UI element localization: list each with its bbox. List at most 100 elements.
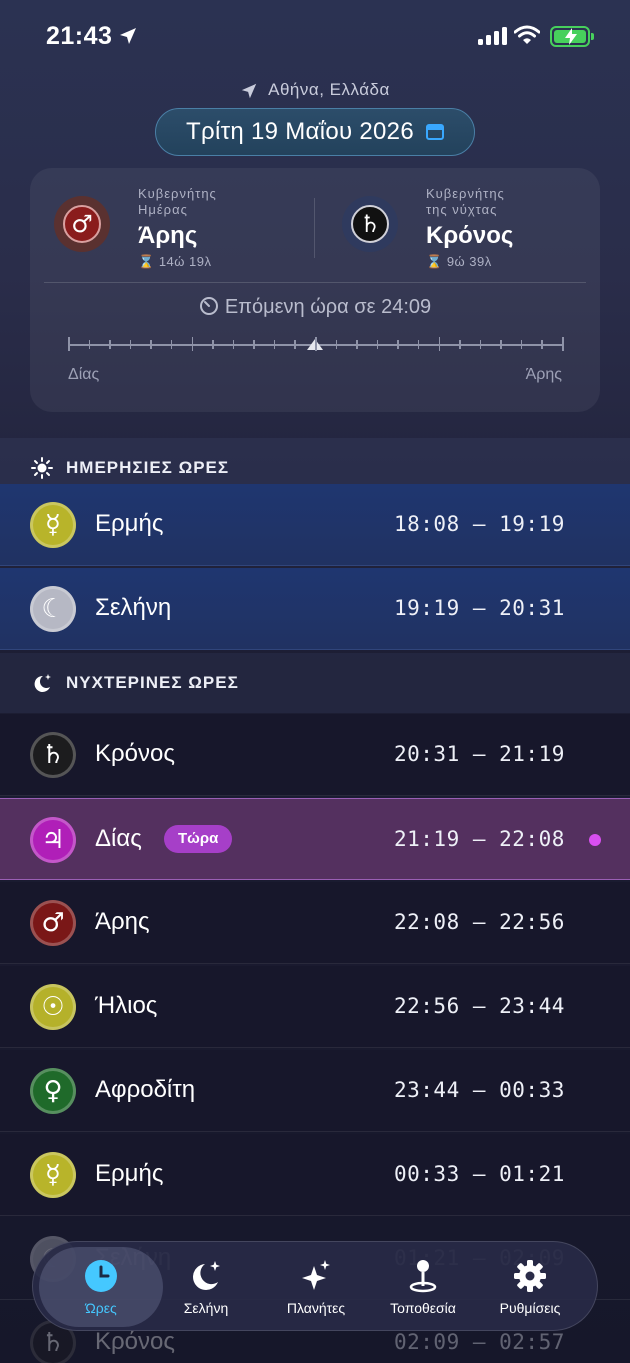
- tab-hours[interactable]: Ώρες: [39, 1247, 163, 1327]
- scale-tick: [273, 340, 276, 349]
- svg-text:♄: ♄: [359, 210, 381, 238]
- night-ruler-planet: Κρόνος: [426, 222, 514, 249]
- scale-tick: [479, 340, 482, 349]
- scale-tick: [376, 340, 379, 349]
- hour-time-range: 02:09 – 02:57: [394, 1330, 565, 1354]
- scale-tick: [500, 340, 502, 349]
- tab-settings[interactable]: Ρυθμίσεις: [475, 1242, 585, 1332]
- scale-tick: [232, 340, 235, 349]
- gear-icon: [514, 1260, 546, 1292]
- scale-tick: [170, 340, 173, 349]
- svg-text:♂: ♂: [71, 210, 93, 238]
- scale-tick: [397, 340, 399, 349]
- ruler-divider: [314, 198, 315, 258]
- night-ruler-duration: ⌛ 9ώ 39λ: [426, 254, 606, 270]
- scale-tick: [438, 337, 440, 351]
- tab-planets-label: Πλανήτες: [286, 1300, 346, 1316]
- planet-name: Άρης: [95, 908, 150, 935]
- hour-progress-scale: [68, 334, 564, 358]
- calendar-icon: [425, 124, 444, 140]
- tab-hours-label: Ώρες: [85, 1300, 117, 1316]
- hour-row[interactable]: ♄ Κρόνος 20:31 – 21:19: [0, 714, 630, 796]
- day-ruler-caption-2: Ημέρας: [138, 202, 188, 217]
- day-ruler-planet: Άρης: [138, 222, 198, 249]
- hour-time-range: 21:19 – 22:08: [394, 827, 565, 851]
- wifi-icon: [514, 25, 540, 44]
- planet-name: Δίας: [95, 825, 142, 852]
- hour-row[interactable]: ☾ Σελήνη 19:19 – 20:31: [0, 568, 630, 650]
- now-badge: Τώρα: [164, 825, 233, 853]
- card-separator: [44, 282, 586, 283]
- moon-stars-icon: [30, 672, 54, 694]
- planet-icon: ☾: [30, 586, 76, 632]
- tab-settings-label: Ρυθμίσεις: [499, 1300, 561, 1316]
- planet-name: Αφροδίτη: [95, 1076, 196, 1103]
- night-hours-header: ΝΥΧΤΕΡΙΝΕΣ ΩΡΕΣ: [0, 653, 630, 713]
- day-hours-title: ΗΜΕΡΗΣΙΕΣ ΩΡΕΣ: [66, 458, 230, 477]
- sun-icon: [30, 457, 54, 479]
- status-time: 21:43: [46, 22, 113, 50]
- tab-location-label: Τοποθεσία: [390, 1300, 456, 1316]
- hour-row[interactable]: ☿ Ερμής 18:08 – 19:19: [0, 484, 630, 566]
- day-ruler-duration-text: 14ώ 19λ: [158, 254, 212, 269]
- moon-stars-icon: [193, 1261, 220, 1290]
- map-pin-icon: [409, 1260, 437, 1293]
- tab-moon[interactable]: Σελήνη: [151, 1242, 261, 1332]
- current-hour-row[interactable]: ♃ Δίας Τώρα 21:19 – 22:08: [0, 798, 630, 880]
- navigation-arrow-icon: [241, 83, 257, 98]
- location-text: Αθήνα, Ελλάδα: [268, 80, 390, 99]
- cellular-signal-icon: [478, 27, 507, 45]
- planet-name: Κρόνος: [95, 1328, 175, 1355]
- saturn-ruler-badge: ♄: [342, 196, 398, 252]
- saturn-icon: ♄: [351, 205, 389, 243]
- scale-tick: [88, 340, 91, 349]
- date-picker-button[interactable]: Τρίτη 19 Μαΐου 2026: [155, 108, 475, 156]
- hour-row[interactable]: ☉ Ήλιος 22:56 – 23:44: [0, 966, 630, 1048]
- day-ruler-duration: ⌛ 14ώ 19λ: [138, 254, 318, 270]
- location-label[interactable]: Αθήνα, Ελλάδα: [0, 80, 630, 100]
- night-ruler-duration-text: 9ώ 39λ: [446, 254, 492, 269]
- hour-time-range: 20:31 – 21:19: [394, 742, 565, 766]
- planet-name: Ήλιος: [95, 992, 158, 1019]
- tab-location[interactable]: Τοποθεσία: [368, 1242, 478, 1332]
- planet-icon: ♀: [30, 1068, 76, 1114]
- night-hours-title: ΝΥΧΤΕΡΙΝΕΣ ΩΡΕΣ: [66, 673, 239, 692]
- hour-time-range: 00:33 – 01:21: [394, 1162, 565, 1186]
- hour-row[interactable]: ♀ Αφροδίτη 23:44 – 00:33: [0, 1050, 630, 1132]
- current-indicator-dot: [589, 834, 601, 846]
- planet-icon: ♂: [30, 900, 76, 946]
- timer-icon: [199, 297, 218, 315]
- scale-tick: [356, 340, 358, 349]
- planet-name: Κρόνος: [95, 740, 175, 767]
- scale-tick: [191, 337, 193, 351]
- hourglass-icon: ⌛: [426, 254, 443, 269]
- clock-icon: [85, 1260, 117, 1292]
- tab-moon-label: Σελήνη: [183, 1300, 229, 1316]
- status-bar: 21:43: [0, 0, 630, 72]
- scale-tick: [129, 340, 132, 349]
- planet-name: Σελήνη: [95, 594, 172, 621]
- hour-row[interactable]: ☿ Ερμής 00:33 – 01:21: [0, 1134, 630, 1216]
- hour-row[interactable]: ♂ Άρης 22:08 – 22:56: [0, 882, 630, 964]
- date-text: Τρίτη 19 Μαΐου 2026: [186, 118, 414, 145]
- mars-ruler-badge: ♂: [54, 196, 110, 252]
- scale-tick: [294, 340, 296, 349]
- scale-tick: [541, 340, 543, 349]
- scale-tick: [520, 340, 523, 349]
- rulers-card: ♂ Κυβερνήτης Ημέρας Άρης ⌛ 14ώ 19λ ♄ Κυβ…: [30, 168, 600, 412]
- scale-tick: [109, 340, 111, 349]
- hourglass-icon: ⌛: [138, 254, 155, 269]
- planet-name: Ερμής: [95, 1160, 164, 1187]
- hour-time-range: 22:56 – 23:44: [394, 994, 565, 1018]
- scale-tick: [253, 340, 255, 349]
- tab-planets[interactable]: Πλανήτες: [261, 1242, 371, 1332]
- planet-name: Ερμής: [95, 510, 164, 537]
- night-ruler-caption-2: της νύχτας: [426, 202, 498, 217]
- scale-tick: [150, 340, 152, 349]
- scale-tick: [68, 337, 70, 351]
- scale-tick: [562, 337, 564, 351]
- hour-time-range: 18:08 – 19:19: [394, 512, 565, 536]
- scale-left-label: Δίας: [68, 366, 100, 383]
- scale-tick: [315, 337, 317, 351]
- scale-tick: [417, 340, 420, 349]
